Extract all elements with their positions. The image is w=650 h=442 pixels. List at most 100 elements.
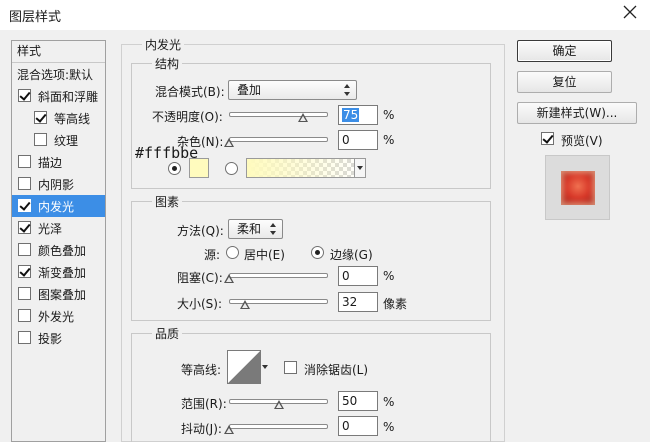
checkbox-icon[interactable] — [18, 89, 31, 102]
jitter-input[interactable]: 0 — [338, 416, 378, 436]
title-bar: 图层样式 — [0, 0, 650, 30]
opacity-value: 75 — [342, 108, 360, 122]
style-item-label: 颜色叠加 — [38, 244, 87, 258]
checkbox-icon[interactable] — [18, 331, 31, 344]
checkbox-icon[interactable] — [34, 111, 47, 124]
style-item-3[interactable]: 纹理 — [12, 129, 105, 151]
opacity-input[interactable]: 75 — [338, 105, 378, 125]
noise-slider-thumb[interactable] — [224, 138, 234, 147]
checkbox-icon[interactable] — [18, 221, 31, 234]
style-item-12[interactable]: 投影 — [12, 327, 105, 349]
technique-value: 柔和 — [237, 222, 262, 236]
style-item-label: 等高线 — [54, 112, 91, 126]
opacity-slider-thumb[interactable] — [298, 113, 309, 122]
style-item-label: 图案叠加 — [38, 288, 87, 302]
jitter-label: 抖动(J): — [181, 422, 222, 436]
new-style-button[interactable]: 新建样式(W)... — [517, 102, 637, 124]
blend-options-label: 混合选项:默认 — [17, 68, 94, 82]
glow-color-swatch[interactable] — [189, 158, 209, 178]
style-item-6[interactable]: 内发光 — [12, 195, 105, 217]
contour-picker[interactable] — [227, 350, 261, 384]
choke-slider[interactable] — [224, 269, 328, 283]
noise-input[interactable]: 0 — [338, 130, 378, 150]
blend-mode-value: 叠加 — [237, 83, 262, 97]
source-label: 源: — [204, 248, 221, 262]
antialias-label[interactable]: 消除锯齿(L) — [304, 361, 368, 378]
style-item-label: 外发光 — [38, 310, 75, 324]
range-slider-thumb[interactable] — [273, 400, 284, 409]
updown-arrows-icon — [270, 223, 276, 235]
style-item-label: 内阴影 — [38, 178, 75, 192]
jitter-slider-thumb[interactable] — [224, 425, 234, 434]
checkbox-icon[interactable] — [18, 309, 31, 322]
source-edge-label[interactable]: 边缘(G) — [330, 246, 373, 263]
styles-list: 样式 混合选项:默认 斜面和浮雕等高线纹理描边内阴影内发光光泽颜色叠加渐变叠加图… — [11, 40, 106, 442]
source-edge-radio[interactable] — [311, 246, 324, 259]
choke-label: 阻塞(C): — [177, 271, 223, 285]
noise-unit: % — [383, 133, 395, 147]
style-item-4[interactable]: 描边 — [12, 151, 105, 173]
quality-title: 品质 — [152, 325, 183, 342]
checkbox-icon[interactable] — [18, 287, 31, 300]
size-label: 大小(S): — [177, 297, 223, 311]
size-slider[interactable] — [229, 295, 328, 309]
structure-title: 结构 — [152, 55, 183, 72]
source-center-radio[interactable] — [226, 246, 239, 259]
blend-mode-label: 混合模式(B): — [155, 85, 225, 99]
opacity-label: 不透明度(O): — [152, 110, 223, 124]
styles-list-header: 样式 — [12, 41, 105, 63]
style-item-label: 内发光 — [38, 200, 75, 214]
jitter-slider[interactable] — [224, 420, 328, 434]
opacity-unit: % — [383, 108, 395, 122]
style-item-label: 光泽 — [38, 222, 63, 236]
style-item-2[interactable]: 等高线 — [12, 107, 105, 129]
size-input[interactable]: 32 — [338, 292, 378, 312]
close-icon[interactable] — [620, 2, 640, 22]
gradient-radio[interactable] — [225, 162, 238, 175]
contour-dropdown-icon[interactable] — [262, 350, 268, 384]
style-item-label: 投影 — [38, 332, 63, 346]
style-item-5[interactable]: 内阴影 — [12, 173, 105, 195]
choke-slider-thumb[interactable] — [224, 274, 234, 283]
noise-slider[interactable] — [224, 133, 328, 147]
solid-color-radio[interactable] — [168, 162, 181, 175]
checkbox-icon[interactable] — [18, 177, 31, 190]
style-item-11[interactable]: 外发光 — [12, 305, 105, 327]
choke-input[interactable]: 0 — [338, 266, 378, 286]
checkbox-icon[interactable] — [18, 265, 31, 278]
style-item-8[interactable]: 颜色叠加 — [12, 239, 105, 261]
preview-checkbox[interactable] — [541, 132, 554, 145]
window-title: 图层样式 — [9, 10, 62, 25]
technique-label: 方法(Q): — [177, 224, 224, 238]
blend-options-item[interactable]: 混合选项:默认 — [12, 63, 105, 85]
checkbox-icon[interactable] — [18, 199, 31, 212]
style-item-label: 斜面和浮雕 — [38, 90, 99, 104]
size-slider-thumb[interactable] — [239, 300, 250, 309]
reset-button[interactable]: 复位 — [517, 71, 612, 93]
style-item-1[interactable]: 斜面和浮雕 — [12, 85, 105, 107]
blend-mode-select[interactable]: 叠加 — [228, 80, 357, 100]
antialias-checkbox[interactable] — [284, 361, 297, 374]
style-item-9[interactable]: 渐变叠加 — [12, 261, 105, 283]
range-input[interactable]: 50 — [338, 391, 378, 411]
style-item-label: 纹理 — [54, 134, 79, 148]
jitter-unit: % — [383, 420, 395, 434]
ok-button[interactable]: 确定 — [517, 40, 612, 62]
style-item-7[interactable]: 光泽 — [12, 217, 105, 239]
checkbox-icon[interactable] — [18, 243, 31, 256]
range-label: 范围(R): — [181, 397, 227, 411]
choke-unit: % — [383, 269, 395, 283]
source-center-label[interactable]: 居中(E) — [244, 246, 285, 263]
preview-label[interactable]: 预览(V) — [561, 132, 603, 149]
style-item-label: 渐变叠加 — [38, 266, 87, 280]
checkbox-icon[interactable] — [34, 133, 47, 146]
contour-icon — [228, 351, 260, 383]
checkbox-icon[interactable] — [18, 155, 31, 168]
opacity-slider[interactable] — [229, 108, 328, 122]
glow-gradient-preview[interactable] — [246, 158, 366, 178]
style-item-10[interactable]: 图案叠加 — [12, 283, 105, 305]
gradient-dropdown-icon[interactable] — [354, 158, 366, 178]
technique-select[interactable]: 柔和 — [228, 219, 283, 239]
elements-title: 图素 — [152, 193, 183, 210]
range-slider[interactable] — [229, 395, 328, 409]
